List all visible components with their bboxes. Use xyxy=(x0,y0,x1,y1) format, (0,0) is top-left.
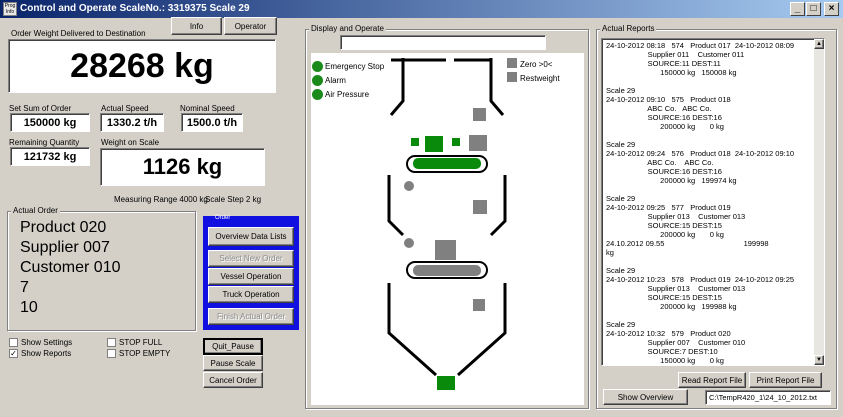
stop-empty-checkbox[interactable] xyxy=(107,349,116,358)
scroll-down-arrow-icon[interactable]: ▼ xyxy=(814,355,824,365)
lower-hopper-right-wall xyxy=(457,283,507,377)
level-sensor-upper xyxy=(404,181,414,191)
stop-empty-label: STOP EMPTY xyxy=(119,349,171,358)
weigh-sensor-2 xyxy=(435,240,456,260)
order-weight-label: Order Weight Delivered to Destination xyxy=(11,29,146,38)
actual-order-lines: Product 020 Supplier 007 Customer 010 7 … xyxy=(20,218,121,318)
emergency-stop-indicator xyxy=(312,61,323,72)
sensor-3 xyxy=(452,138,460,146)
remaining-value: 121732 kg xyxy=(10,147,90,166)
vessel-operation-button[interactable]: Vessel Operation xyxy=(208,268,294,285)
restweight-indicator xyxy=(507,72,517,82)
actual-speed-label: Actual Speed xyxy=(101,104,149,113)
weigh-bin-left-wall xyxy=(387,175,405,237)
show-reports-checkbox[interactable]: ✓ xyxy=(9,349,18,358)
scale-diagram xyxy=(311,53,584,405)
scroll-up-arrow-icon[interactable]: ▲ xyxy=(814,39,824,49)
order-customer: Customer 010 xyxy=(20,259,121,276)
alarm-label: Alarm xyxy=(325,76,346,85)
show-settings-checkbox[interactable] xyxy=(9,338,18,347)
select-new-order-button[interactable]: Select New Order xyxy=(208,250,294,267)
remaining-label: Remaining Quantity xyxy=(9,138,80,147)
scale-svg xyxy=(387,58,507,390)
weight-on-scale-label: Weight on Scale xyxy=(101,138,160,147)
close-button[interactable]: × xyxy=(824,2,839,16)
maximize-button[interactable]: □ xyxy=(806,2,821,16)
pause-scale-button[interactable]: Pause Scale xyxy=(203,355,263,371)
restweight-label: Restweight xyxy=(520,74,560,83)
weigh-sensor-3 xyxy=(473,299,485,311)
show-settings-label: Show Settings xyxy=(21,338,73,347)
reports-content: 24-10-2012 08:18 574 Product 017 24-10-2… xyxy=(606,41,795,365)
sensor-1 xyxy=(411,138,419,146)
order-supplier: Supplier 007 xyxy=(20,239,110,256)
order-source: 7 xyxy=(20,279,29,296)
nominal-speed-label: Nominal Speed xyxy=(180,104,235,113)
cancel-order-button[interactable]: Cancel Order xyxy=(203,372,263,388)
reports-label: Actual Reports xyxy=(600,24,657,33)
actual-order-label: Actual Order xyxy=(11,206,60,215)
air-pressure-label: Air Pressure xyxy=(325,90,370,99)
quit-pause-button[interactable]: Quit_Pause xyxy=(203,338,263,355)
finish-actual-order-button[interactable]: Finish Actual Order xyxy=(208,308,294,325)
display-operate-label: Display and Operate xyxy=(309,24,386,33)
operator-button[interactable]: Operator xyxy=(224,17,277,35)
measuring-range: Measuring Range 4000 kg xyxy=(114,195,208,204)
outlet-valve xyxy=(437,376,455,390)
set-sum-label: Set Sum of Order xyxy=(9,104,72,113)
lower-gate-closed xyxy=(413,265,481,276)
sensor-2 xyxy=(425,136,443,152)
hopper-top-right-wall xyxy=(489,58,505,116)
alarm-indicator xyxy=(312,75,323,86)
level-sensor-lower xyxy=(404,238,414,248)
weigh-bin-right-wall xyxy=(489,175,507,237)
order-weight-value: 28268 kg xyxy=(8,39,276,93)
lower-hopper-left-wall xyxy=(387,283,437,377)
stop-full-label: STOP FULL xyxy=(119,338,163,347)
display-status-field xyxy=(340,35,546,50)
reports-list[interactable]: 24-10-2012 08:18 574 Product 017 24-10-2… xyxy=(601,38,825,366)
upper-gate-open xyxy=(413,158,481,169)
print-report-file-button[interactable]: Print Report File xyxy=(749,372,822,388)
emergency-stop-label: Emergency Stop xyxy=(325,62,385,71)
weight-on-scale-value: 1126 kg xyxy=(100,148,265,186)
zero-indicator xyxy=(507,58,517,68)
weigh-sensor-1 xyxy=(473,200,487,214)
reports-scrollbar[interactable]: ▲ ▼ xyxy=(814,39,824,365)
minimize-button[interactable]: _ xyxy=(790,2,805,16)
scale-step: Scale Step 2 kg xyxy=(205,195,262,204)
overview-data-lists-button[interactable]: Overview Data Lists xyxy=(208,227,294,246)
title-bar: Prog Info Control and Operate ScaleNo.: 3… xyxy=(0,0,843,18)
window-title: Control and Operate ScaleNo.: 3319375 Sc… xyxy=(20,3,250,14)
read-report-file-button[interactable]: Read Report File xyxy=(678,372,746,388)
show-overview-button[interactable]: Show Overview xyxy=(603,389,688,405)
air-pressure-indicator xyxy=(312,89,323,100)
nominal-speed-value: 1500.0 t/h xyxy=(181,113,243,132)
actual-speed-value: 1330.2 t/h xyxy=(100,113,164,132)
show-reports-label: Show Reports xyxy=(21,349,72,358)
sensor-5 xyxy=(473,108,486,121)
hopper-top-left-wall xyxy=(389,58,405,116)
set-sum-value: 150000 kg xyxy=(10,113,90,132)
order-dest: 10 xyxy=(20,299,38,316)
truck-operation-button[interactable]: Truck Operation xyxy=(208,286,294,303)
app-icon: Prog Info xyxy=(3,2,17,16)
report-file-path: C:\TempR420_1\24_10_2012.txt xyxy=(705,390,831,405)
info-button[interactable]: Info xyxy=(171,17,222,35)
sensor-4 xyxy=(469,135,487,151)
zero-label: Zero >0< xyxy=(520,60,553,69)
order-product: Product 020 xyxy=(20,219,107,236)
order-group-label: Order xyxy=(215,215,231,221)
stop-full-checkbox[interactable] xyxy=(107,338,116,347)
